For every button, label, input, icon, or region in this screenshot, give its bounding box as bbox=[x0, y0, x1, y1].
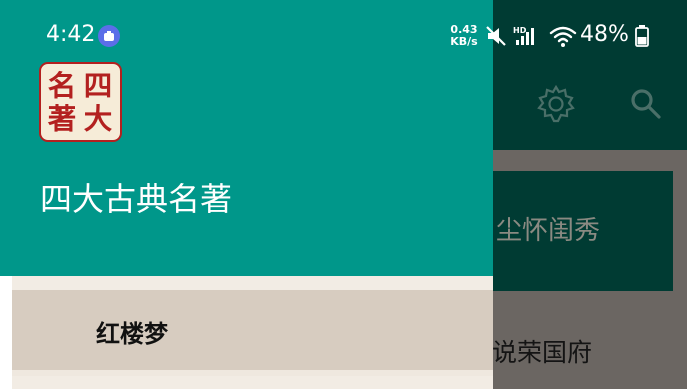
settings-icon[interactable] bbox=[534, 82, 578, 126]
status-time: 4:42 bbox=[46, 22, 96, 47]
screen: 尘怀闺秀 说荣国府 红楼梦 名 四 著 大 四大古典名著 4:42 0.43 K… bbox=[0, 0, 687, 389]
signal-icon: HD bbox=[512, 24, 540, 52]
drawer-app-name: 四大古典名著 bbox=[40, 180, 233, 218]
drawer-menu-divider bbox=[12, 370, 493, 376]
battery-percentage: 48% bbox=[580, 22, 629, 47]
logo-char-2: 四 bbox=[84, 68, 113, 102]
search-icon[interactable] bbox=[624, 82, 668, 126]
network-speed-unit: KB/s bbox=[450, 35, 478, 48]
drawer-menu-item-hongloumeng[interactable] bbox=[12, 290, 493, 370]
mute-icon bbox=[485, 24, 507, 52]
logo-char-1: 名 bbox=[48, 68, 77, 102]
logo-char-3: 著 bbox=[47, 102, 77, 136]
signal-hd-label: HD bbox=[513, 26, 527, 35]
network-speed: 0.43 KB/s bbox=[447, 24, 481, 48]
wifi-icon bbox=[548, 24, 578, 52]
battery-icon bbox=[634, 24, 650, 52]
notification-icon bbox=[98, 25, 120, 47]
app-logo: 名 四 著 大 bbox=[39, 62, 122, 142]
status-bar: 4:42 0.43 KB/s HD 48% bbox=[0, 0, 687, 60]
drawer-menu-item-label: 红楼梦 bbox=[96, 320, 168, 348]
logo-char-4: 大 bbox=[84, 102, 113, 136]
